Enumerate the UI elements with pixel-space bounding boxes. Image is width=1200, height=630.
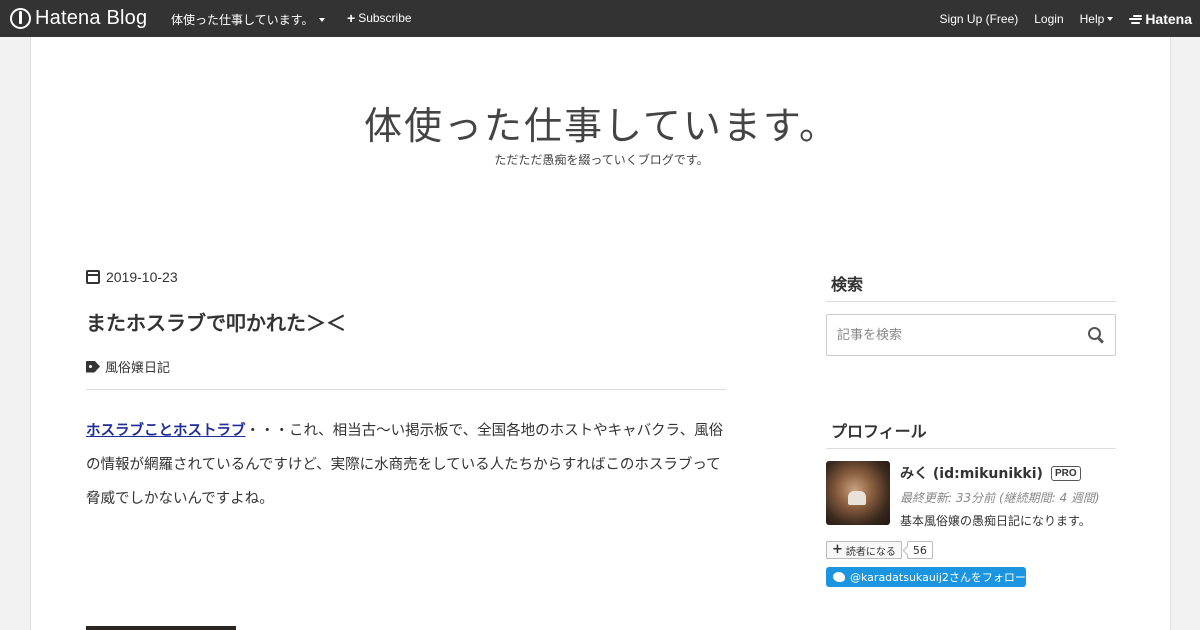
reader-subscribe-button[interactable]: + 読者になる (826, 541, 902, 559)
twitter-follow-label: @karadatsukauij2さんをフォロー (850, 571, 1026, 584)
avatar[interactable] (826, 461, 890, 525)
hatena-blog-logo[interactable]: Hatena Blog (10, 7, 147, 30)
reader-subscribe-label: 読者になる (845, 546, 896, 558)
blog-content-panel: 体使った仕事しています。 ただただ愚痴を綴っていくブログです。 2019-10-… (30, 37, 1171, 630)
global-nav-links: Sign Up (Free) Login Help Hatena (940, 11, 1192, 27)
entry-body: ホスラブことホストラブ・・・これ、相当古～い掲示板で、全国各地のホストやキャバク… (86, 414, 726, 516)
twitter-follow-button[interactable]: @karadatsukauij2さんをフォロー (826, 567, 1026, 587)
entry-date[interactable]: 2019-10-23 (86, 269, 178, 285)
hatena-logo-icon (1129, 14, 1143, 24)
plus-icon: + (832, 542, 843, 557)
hatena-blog-logo-icon (10, 8, 31, 29)
help-label: Help (1079, 12, 1105, 26)
signup-link[interactable]: Sign Up (Free) (940, 12, 1019, 26)
pro-badge[interactable]: PRO (1050, 465, 1081, 481)
caret-down-icon (319, 17, 326, 22)
entry-category[interactable]: 風俗嬢日記 (86, 357, 170, 376)
help-dropdown[interactable]: Help (1080, 12, 1114, 26)
profile-name[interactable]: みく (id:mikunikki) (900, 463, 1043, 483)
blog-menu-dropdown[interactable]: 体使った仕事しています。 (171, 11, 326, 28)
search-box (826, 314, 1116, 356)
entry-title[interactable]: またホスラブで叩かれた＞＜ (86, 307, 346, 336)
login-link[interactable]: Login (1034, 12, 1063, 26)
reader-subscribe-widget: + 読者になる 56 (826, 541, 933, 559)
search-input[interactable] (827, 315, 1067, 355)
entry-body-link[interactable]: ホスラブことホストラブ (86, 423, 246, 439)
plus-icon: + (347, 10, 356, 26)
entry-category-label: 風俗嬢日記 (105, 361, 171, 376)
global-header-bar: Hatena Blog 体使った仕事しています。 + Subscribe Sig… (0, 0, 1200, 37)
hatena-logo-text: Hatena (1145, 11, 1192, 27)
entry-date-text: 2019-10-23 (106, 269, 178, 285)
caret-down-icon (1107, 17, 1114, 21)
reader-count[interactable]: 56 (906, 541, 933, 559)
calendar-icon (86, 270, 100, 284)
tag-icon (86, 360, 100, 373)
subscribe-label: Subscribe (358, 11, 412, 25)
hatena-blog-logo-text: Hatena Blog (35, 7, 148, 29)
entry-divider (86, 389, 726, 390)
profile-last-updated: 最終更新: 33分前 (継続期間: 4 週間) (900, 491, 1100, 505)
hatena-logo[interactable]: Hatena (1129, 11, 1192, 27)
search-icon[interactable] (1088, 327, 1101, 340)
subscribe-button[interactable]: + Subscribe (347, 11, 412, 25)
sidebar-profile-heading: プロフィール (826, 418, 1116, 449)
entry-image (86, 626, 236, 630)
twitter-bird-icon (833, 572, 845, 582)
profile-name-row: みく (id:mikunikki) PRO (900, 463, 1081, 483)
profile-description: 基本風俗嬢の愚痴日記になります。 (900, 514, 1091, 528)
blog-description: ただただ愚痴を綴っていくブログです。 (494, 153, 709, 167)
sidebar-search-heading: 検索 (826, 271, 1116, 302)
blog-menu-label: 体使った仕事しています。 (171, 13, 314, 27)
blog-title[interactable]: 体使った仕事しています。 (31, 95, 1172, 150)
